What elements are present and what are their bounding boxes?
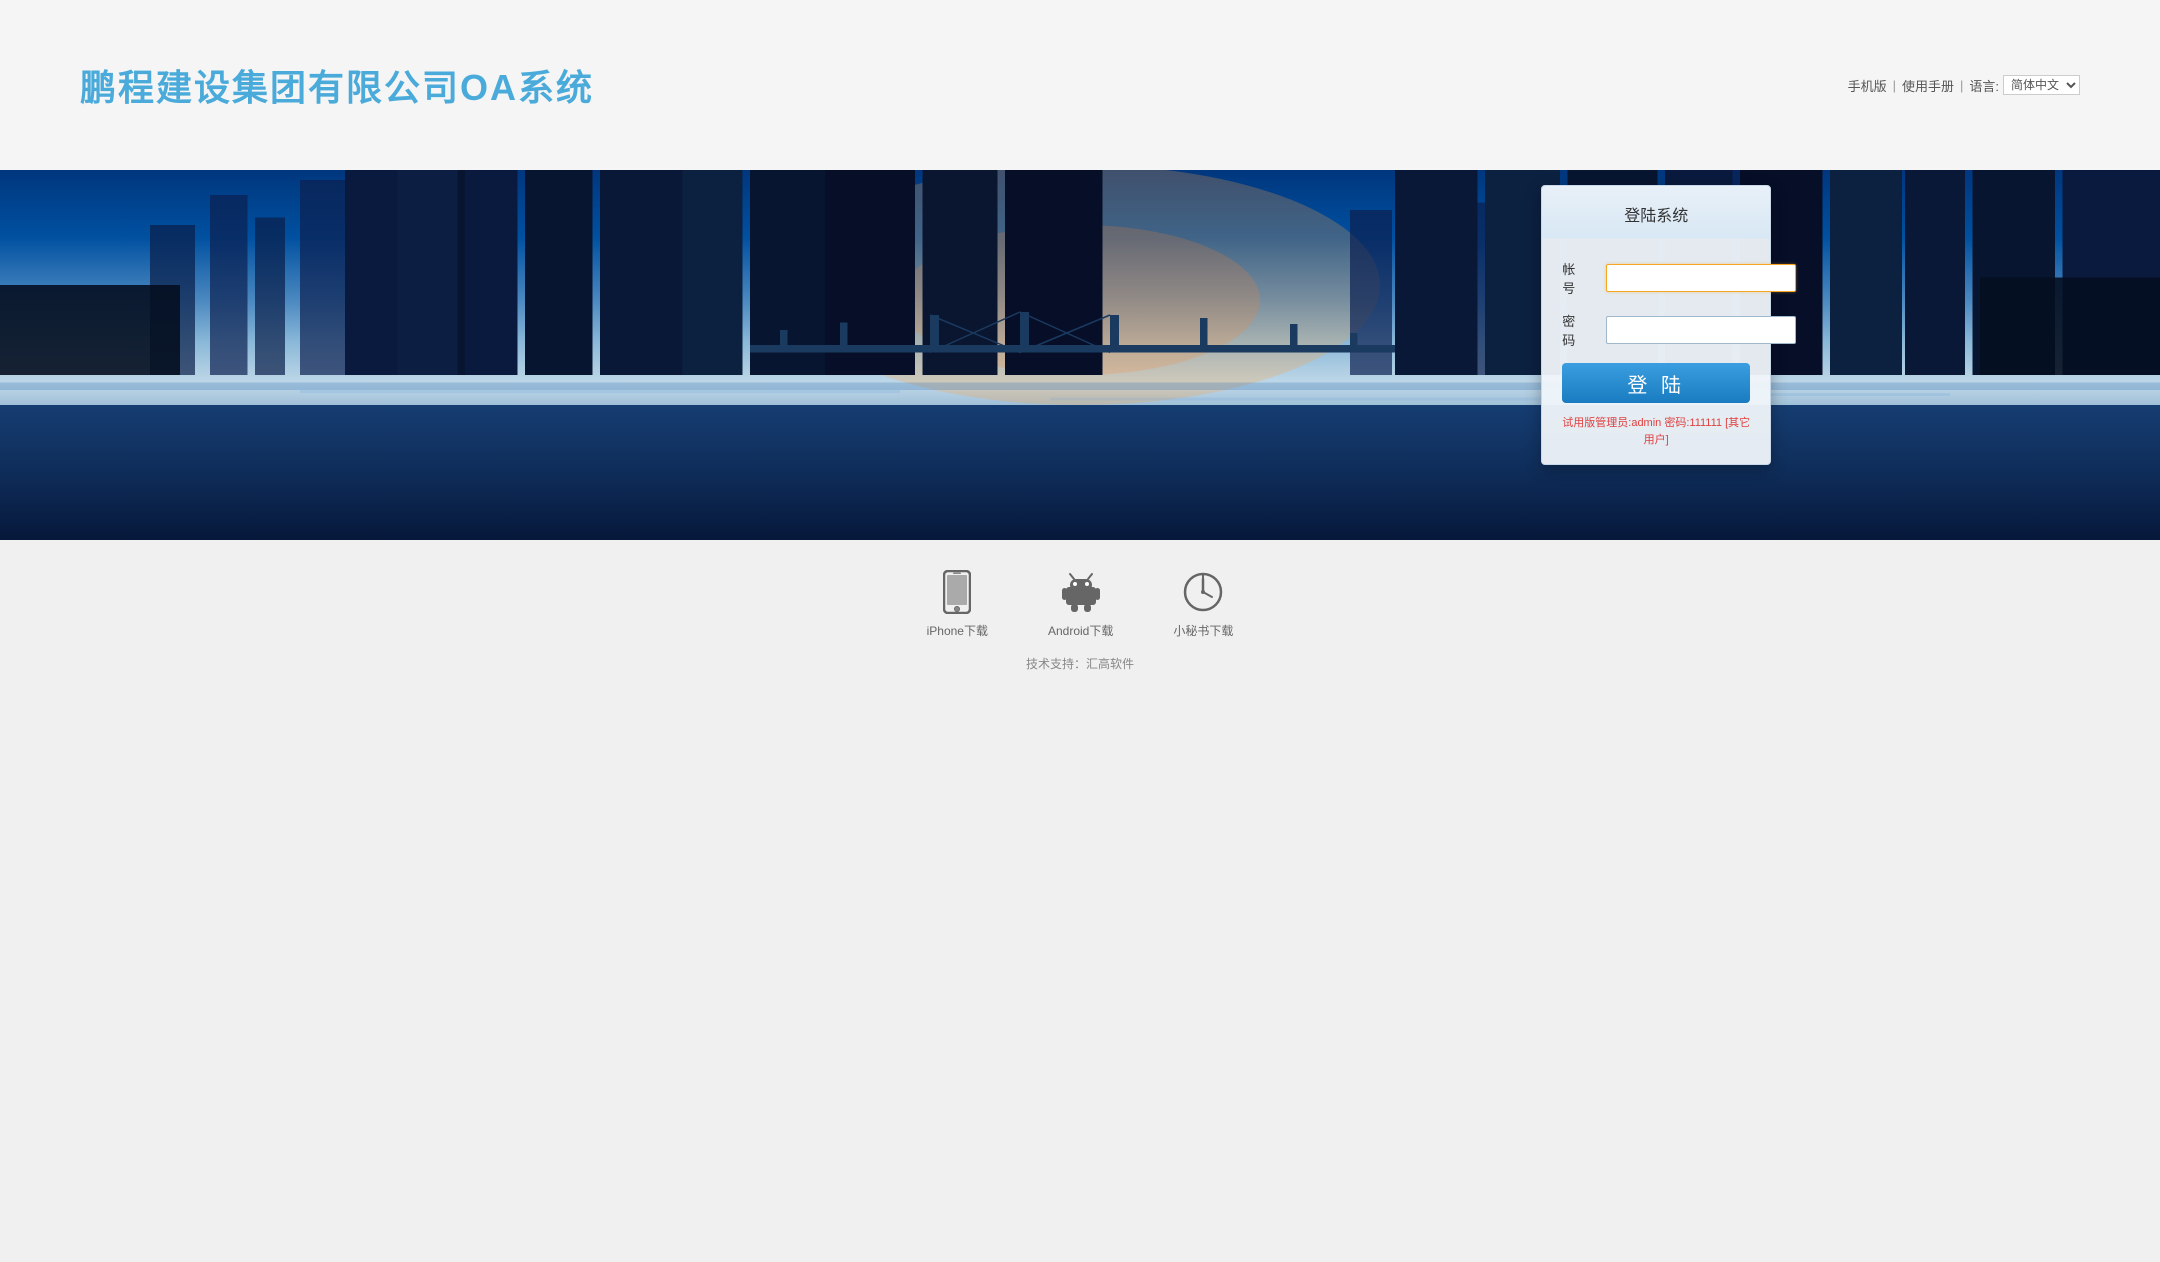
language-label: 语言: xyxy=(1969,76,1999,95)
secretary-download[interactable]: 小秘书下载 xyxy=(1173,570,1233,639)
login-box: 登陆系统 帐 号 密 码 登 陆 试用版管理员:admin 密码:111111 … xyxy=(1541,185,1771,465)
password-input[interactable] xyxy=(1606,316,1796,344)
iphone-download[interactable]: iPhone下载 xyxy=(927,570,988,639)
mobile-link[interactable]: 手机版 xyxy=(1848,76,1887,95)
android-label: Android下载 xyxy=(1048,622,1113,639)
login-title: 登陆系统 xyxy=(1542,186,1770,239)
android-download[interactable]: Android下载 xyxy=(1048,570,1113,639)
separator2: | xyxy=(1960,78,1963,93)
demo-hint: 试用版管理员:admin 密码:111111 [其它用户] xyxy=(1562,415,1750,448)
top-nav: 手机版 | 使用手册 | 语言: 简体中文 English xyxy=(1848,75,2080,95)
tech-support: 技术支持：汇高软件 xyxy=(0,655,2160,672)
manual-link[interactable]: 使用手册 xyxy=(1902,76,1954,95)
download-icons: iPhone下载 xyxy=(0,570,2160,639)
password-label: 密 码 xyxy=(1562,311,1598,349)
login-form: 帐 号 密 码 登 陆 试用版管理员:admin 密码:111111 [其它用户… xyxy=(1542,239,1770,464)
secretary-label: 小秘书下载 xyxy=(1173,622,1233,639)
android-icon xyxy=(1059,570,1103,614)
language-select[interactable]: 简体中文 English xyxy=(2003,75,2080,95)
username-row: 帐 号 xyxy=(1562,259,1750,297)
top-bar: 鹏程建设集团有限公司OA系统 手机版 | 使用手册 | 语言: 简体中文 Eng… xyxy=(0,0,2160,170)
iphone-label: iPhone下载 xyxy=(927,622,988,639)
iphone-icon xyxy=(935,570,979,614)
login-button[interactable]: 登 陆 xyxy=(1562,363,1750,403)
username-label: 帐 号 xyxy=(1562,259,1598,297)
footer: iPhone下载 xyxy=(0,540,2160,692)
password-row: 密 码 xyxy=(1562,311,1750,349)
secretary-icon xyxy=(1181,570,1225,614)
separator: | xyxy=(1893,78,1896,93)
username-input[interactable] xyxy=(1606,264,1796,292)
hero-banner: 登陆系统 帐 号 密 码 登 陆 试用版管理员:admin 密码:111111 … xyxy=(0,170,2160,540)
city-skyline xyxy=(0,170,2160,540)
site-title: 鹏程建设集团有限公司OA系统 xyxy=(80,59,594,111)
